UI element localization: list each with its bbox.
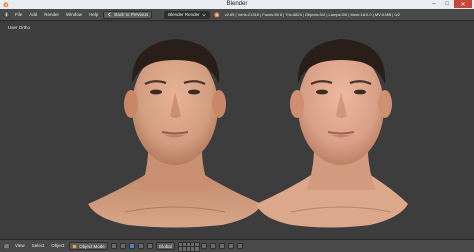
menu-render[interactable]: Render <box>42 12 61 18</box>
chevron-down-icon <box>202 13 206 16</box>
menu-add[interactable]: Add <box>27 12 39 18</box>
3d-viewport[interactable]: User Ortho <box>0 22 474 239</box>
menu-view[interactable]: View <box>13 243 27 249</box>
mode-label: Object Mode <box>79 243 105 249</box>
viewport-view-label: User Ortho <box>8 25 31 30</box>
translate-icon[interactable] <box>137 243 144 249</box>
layer-button[interactable] <box>193 246 200 252</box>
blender-logo-icon <box>214 12 219 18</box>
render-engine-select[interactable]: Blender Render <box>164 10 210 19</box>
head-model-right[interactable] <box>256 39 408 228</box>
back-to-previous-label: Back to Previous <box>114 12 149 17</box>
snap-target-icon[interactable] <box>218 243 225 249</box>
orientation-label: Global <box>158 243 172 249</box>
menu-help[interactable]: Help <box>87 12 100 18</box>
back-to-previous-button[interactable]: Back to Previous <box>103 10 153 19</box>
3d-view-header: View Select Object Object Mode Global <box>0 239 474 252</box>
viewport-shading-icon[interactable] <box>110 243 117 249</box>
manipulator-icon[interactable] <box>128 243 135 249</box>
object-mode-icon <box>73 244 77 248</box>
3d-view-editor-icon[interactable] <box>3 243 10 250</box>
rotate-icon[interactable] <box>146 243 153 249</box>
minimize-button[interactable]: – <box>428 0 440 8</box>
render-engine-label: Blender Render <box>168 12 200 17</box>
scene-stats: v2.69 | Verts:21316 | Faces:58 8 | Tris:… <box>224 12 400 17</box>
back-arrow-icon <box>107 12 111 17</box>
head-model-left[interactable] <box>88 39 262 228</box>
layer-selector[interactable] <box>177 242 200 252</box>
orientation-select[interactable]: Global <box>155 242 175 250</box>
menu-select[interactable]: Select <box>30 243 47 249</box>
menu-window[interactable]: Window <box>64 12 84 18</box>
info-header: File Add Render Window Help Back to Prev… <box>0 9 474 21</box>
render-preview-icon[interactable] <box>227 243 234 249</box>
snap-icon[interactable] <box>209 243 216 249</box>
window-title-bar: Blender – □ ✕ <box>0 0 474 9</box>
maximize-button[interactable]: □ <box>441 0 453 8</box>
lock-icon[interactable] <box>200 243 207 249</box>
close-button[interactable]: ✕ <box>454 0 472 8</box>
info-editor-icon[interactable] <box>3 11 10 18</box>
head-models-render <box>88 39 408 228</box>
menu-file[interactable]: File <box>13 12 24 18</box>
window-title: Blender <box>226 1 248 7</box>
pivot-icon[interactable] <box>119 243 126 249</box>
camera-icon[interactable] <box>236 243 243 249</box>
mode-select[interactable]: Object Mode <box>69 242 108 250</box>
menu-object[interactable]: Object <box>49 243 66 249</box>
